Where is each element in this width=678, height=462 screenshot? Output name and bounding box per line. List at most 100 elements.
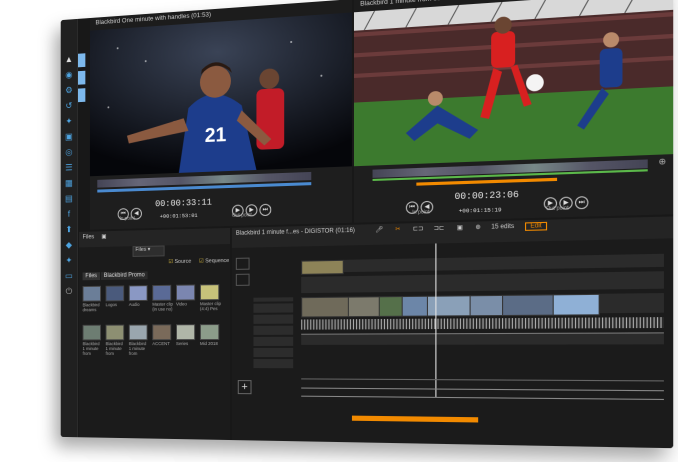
bin-tile[interactable]	[78, 71, 85, 85]
timeline-range-bar[interactable]	[352, 416, 478, 423]
files-dropdown-value: Files	[135, 247, 146, 253]
chat-icon[interactable]: ▭	[64, 271, 73, 281]
history-icon[interactable]: ↺	[64, 100, 73, 110]
file-thumbnail-label: Blackbird 1 minute from	[106, 341, 126, 356]
globe-icon[interactable]: ◎	[64, 147, 73, 157]
upload-icon[interactable]: ⬆	[64, 224, 73, 234]
timeline-title: Blackbird 1 minute f...es - DIGISTOR (01…	[236, 228, 355, 237]
sequence-label: Sequence	[205, 258, 229, 264]
record-out-point[interactable]: Out point	[546, 205, 569, 212]
file-thumbnail-label: Blackbird 1 minute from	[129, 341, 150, 356]
source-in-point[interactable]: In point	[120, 216, 135, 222]
source-checkbox[interactable]: ☑ Source	[168, 259, 191, 265]
video-clip[interactable]	[427, 295, 472, 316]
mic-icon[interactable]: 🎤︎	[375, 227, 383, 233]
files-header: Files ▣	[79, 228, 230, 247]
ripple-icon[interactable]: ⊐⊏	[434, 226, 445, 233]
twitter-bird-icon[interactable]: ✦	[64, 255, 73, 265]
grid-icon[interactable]: ▦	[64, 178, 73, 188]
folder-icon[interactable]: ▣	[64, 131, 73, 141]
source-timecode: 00:00:33:11	[155, 198, 212, 210]
file-thumbnail[interactable]	[152, 324, 171, 340]
power-icon[interactable]: ⏻	[64, 286, 73, 296]
left-toolbar: ▲ ◉ ⚙ ↺ ✦ ▣ ◎ ☰ ▦ ▤ f ⬆ ◆ ✦ ▭ ⏻	[61, 19, 78, 437]
promo-tab[interactable]: Blackbird Promo	[101, 271, 148, 280]
file-thumbnail-label: Logos	[106, 302, 126, 307]
go-to-out-button[interactable]: ⏭	[259, 204, 271, 216]
file-thumbnail[interactable]	[176, 324, 195, 340]
file-thumbnail[interactable]	[176, 284, 195, 300]
file-thumbnail-label: Master clip (4:4) Pes	[200, 301, 221, 311]
file-thumbnail[interactable]	[152, 285, 171, 301]
razor-icon[interactable]: ✂	[395, 227, 400, 233]
file-thumbnail-label: Mid 2018	[200, 341, 221, 346]
tag-icon[interactable]: ◆	[64, 240, 73, 250]
bin-tile[interactable]	[78, 53, 85, 67]
track-button[interactable]	[236, 258, 250, 270]
source-viewer-image[interactable]: 21	[90, 12, 352, 176]
svg-text:21: 21	[205, 124, 227, 148]
video-clip[interactable]	[402, 296, 429, 317]
record-offset: +00:01:15:19	[459, 206, 502, 215]
video-track-2	[301, 271, 664, 293]
list-icon[interactable]: ☰	[64, 162, 73, 172]
lock-icon[interactable]: ▣	[457, 225, 463, 231]
film-icon[interactable]: ▤	[64, 193, 73, 203]
record-in-point[interactable]: In point	[412, 209, 429, 216]
file-thumbnail[interactable]	[83, 325, 101, 341]
zoom-icon[interactable]: ⊕	[475, 225, 480, 231]
file-thumbnail-label: ACCENT	[152, 341, 173, 346]
sequence-checkbox[interactable]: ☑ Sequence	[199, 258, 229, 265]
source-viewer: Blackbird One minute with handles (01:53…	[90, 0, 352, 230]
editor-window: ▲ ◉ ⚙ ↺ ✦ ▣ ◎ ☰ ▦ ▤ f ⬆ ◆ ✦ ▭ ⏻ Blackbir…	[61, 0, 673, 448]
record-timecode: 00:00:23:06	[455, 190, 519, 203]
files-panel: Files ▣ Files ▾ ☑ Source ☑ Sequence File…	[79, 228, 230, 440]
share-icon[interactable]: ◉	[64, 70, 73, 80]
video-clip[interactable]	[301, 260, 344, 275]
record-range-bar[interactable]	[416, 178, 557, 186]
twitter-icon[interactable]: ✦	[64, 116, 73, 126]
facebook-icon[interactable]: f	[64, 209, 73, 219]
video-track-3	[301, 293, 664, 315]
bin-tiles	[78, 53, 87, 106]
trim-icon[interactable]: ⊏⊐	[413, 226, 424, 233]
track-controls	[236, 247, 293, 369]
keypad[interactable]	[253, 297, 293, 368]
file-thumbnail[interactable]	[106, 325, 125, 341]
file-thumbnail[interactable]	[200, 284, 219, 300]
video-clip[interactable]	[348, 296, 381, 317]
files-title: Files	[83, 234, 95, 240]
audio-track-1	[301, 317, 664, 330]
file-thumbnail-label: Audio	[129, 302, 150, 307]
file-thumbnail[interactable]	[83, 286, 101, 302]
add-track-button[interactable]: +	[238, 380, 252, 394]
video-clip[interactable]	[379, 296, 404, 317]
files-dropdown[interactable]: Files ▾	[133, 245, 165, 257]
playhead[interactable]	[435, 243, 436, 397]
file-thumbnail[interactable]	[106, 285, 125, 301]
file-thumbnail[interactable]	[200, 324, 219, 340]
file-thumbnail-label: Blackbird dreams	[83, 302, 103, 312]
file-thumbnail[interactable]	[129, 324, 148, 340]
video-clip[interactable]	[470, 295, 505, 316]
video-clip[interactable]	[553, 294, 600, 316]
video-clip[interactable]	[502, 294, 555, 316]
source-offset: +00:01:53:01	[160, 212, 198, 220]
zoom-icon[interactable]: ⊕	[658, 157, 666, 167]
record-viewer-image[interactable]	[354, 0, 673, 166]
record-viewer: Blackbird 1 minute from sources - DIGIST…	[354, 0, 673, 223]
edit-button[interactable]: Edit	[525, 222, 547, 231]
bin-tile[interactable]	[78, 88, 85, 102]
audio-track-2	[301, 332, 664, 345]
file-thumbnail-label: Master clip (in use no)	[152, 302, 173, 312]
folder-icon[interactable]: ▣	[101, 234, 106, 240]
source-out-point[interactable]: Out point	[232, 212, 252, 219]
settings-icon[interactable]: ⚙	[64, 85, 73, 95]
timeline-panel: Blackbird 1 minute f...es - DIGISTOR (01…	[232, 216, 673, 448]
files-tab[interactable]: Files	[83, 272, 100, 280]
record-viewer-controls: ⏮ ◀ 00:00:23:06 ▶ ▶ ⏭ In point +00:01:15:19…	[354, 154, 673, 223]
go-to-out-button[interactable]: ⏭	[575, 196, 588, 209]
file-thumbnail[interactable]	[129, 285, 148, 301]
video-clip[interactable]	[301, 297, 350, 318]
track-button[interactable]	[236, 274, 250, 286]
